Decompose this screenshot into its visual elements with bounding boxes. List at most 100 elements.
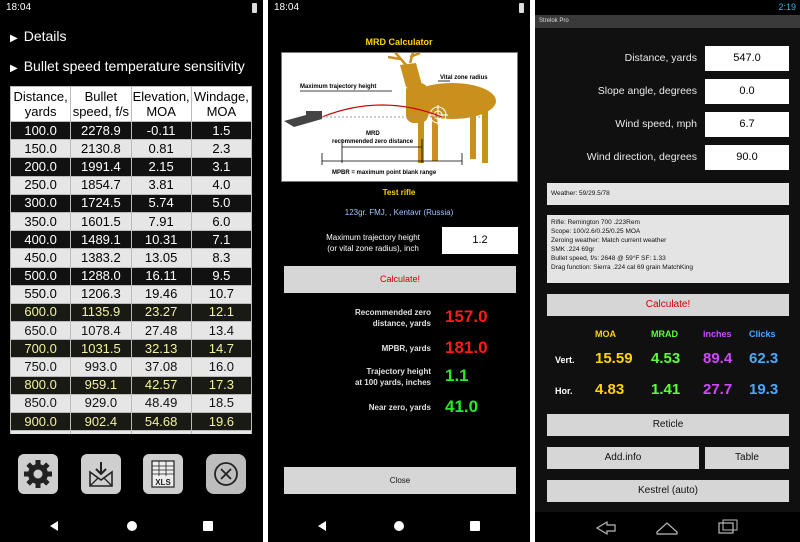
table-cell: 37.08 bbox=[130, 357, 192, 377]
field-input[interactable]: 6.7 bbox=[705, 112, 789, 137]
reticle-button[interactable]: Reticle bbox=[547, 414, 789, 436]
info-line: Drag function: Sierra .224 cal 69 grain … bbox=[551, 264, 693, 271]
mrd-diagram-graphic: Maximum trajectory height Vital zone rad… bbox=[284, 48, 496, 176]
table-cell: 1206.3 bbox=[70, 284, 132, 304]
table-cell: 61.13 bbox=[130, 430, 192, 434]
home-icon[interactable] bbox=[656, 522, 678, 535]
column-header-line: Elevation, bbox=[132, 89, 190, 104]
column-header: MRAD bbox=[651, 329, 678, 339]
table-cell: 550.0 bbox=[10, 284, 72, 304]
calculate-button[interactable]: Calculate! bbox=[547, 294, 789, 316]
home-icon[interactable] bbox=[394, 521, 404, 531]
correction-value: 89.4 bbox=[703, 350, 733, 367]
page-title: MRD Calculator bbox=[365, 37, 433, 47]
field-input[interactable]: 90.0 bbox=[705, 145, 789, 170]
column-header: Clicks bbox=[749, 329, 776, 339]
sensitivity-expander[interactable]: ▶ Bullet speed temperature sensitivity bbox=[10, 58, 245, 74]
table-row: 100.0 2278.9 -0.11 1.5 bbox=[10, 120, 252, 141]
info-line: Scope: 100/2.6/0.25/0.25 MOA bbox=[551, 228, 641, 235]
home-icon[interactable] bbox=[127, 521, 137, 531]
recents-icon[interactable] bbox=[470, 521, 480, 531]
table-cell: 32.13 bbox=[130, 339, 192, 359]
table-cell: 902.4 bbox=[70, 411, 132, 432]
row-label: Hor. bbox=[555, 386, 573, 396]
table-button[interactable]: Table bbox=[705, 447, 789, 469]
table-row: 500.0 1288.0 16.11 9.5 bbox=[10, 266, 252, 286]
table-row: 400.0 1489.1 10.31 7.1 bbox=[10, 230, 252, 250]
column-header-line: Windage, bbox=[193, 89, 249, 104]
correction-value: 27.7 bbox=[703, 381, 733, 398]
column-header: Elevation, MOA bbox=[130, 86, 192, 122]
rifle-name: Test rifle bbox=[382, 188, 416, 197]
table-cell: 100.0 bbox=[10, 120, 72, 141]
sensitivity-label: Bullet speed temperature sensitivity bbox=[23, 58, 245, 74]
table-cell: 350.0 bbox=[10, 211, 72, 232]
table-row: 750.0 993.0 37.08 16.0 bbox=[10, 357, 252, 377]
correction-value: 62.3 bbox=[749, 350, 779, 367]
add-info-button[interactable]: Add.info bbox=[547, 447, 699, 469]
table-cell: 900.0 bbox=[10, 411, 72, 432]
mail-download-icon bbox=[89, 462, 113, 487]
mrd-label: MRD bbox=[366, 131, 380, 137]
weather-button[interactable]: Weather: 59/29.5/78 bbox=[547, 183, 789, 205]
correction-value: 19.3 bbox=[749, 381, 779, 398]
back-icon[interactable] bbox=[595, 520, 616, 536]
table-cell: 1078.4 bbox=[70, 321, 132, 341]
nav-bar bbox=[268, 512, 530, 542]
table-cell: 1991.4 bbox=[70, 157, 132, 177]
app-title: Strelok Pro bbox=[535, 15, 800, 28]
traj-height-input[interactable]: 1.2 bbox=[442, 227, 518, 254]
details-label: Details bbox=[23, 28, 67, 44]
back-icon[interactable] bbox=[318, 521, 326, 531]
table-cell: 200.0 bbox=[10, 157, 72, 177]
table-cell: 7.91 bbox=[130, 211, 192, 232]
recents-icon[interactable] bbox=[203, 521, 213, 531]
settings-button[interactable] bbox=[18, 454, 58, 494]
table-cell: 5.0 bbox=[190, 193, 252, 213]
close-button[interactable]: Close bbox=[284, 467, 516, 494]
email-export-button[interactable] bbox=[81, 454, 121, 494]
table-cell: 700.0 bbox=[10, 339, 72, 359]
field-input[interactable]: 0.0 bbox=[705, 79, 789, 104]
table-cell: 8.3 bbox=[190, 248, 252, 268]
traj-input-label: Maximum trajectory height (or vital zone… bbox=[326, 233, 420, 253]
table-cell: 150.0 bbox=[10, 139, 72, 159]
rifle-info-box[interactable]: Rifle: Remington 700 .223Rem Scope: 100/2… bbox=[547, 215, 789, 283]
details-expander[interactable]: ▶ Details bbox=[10, 28, 67, 44]
table-cell: 13.05 bbox=[130, 248, 192, 268]
action-toolbar: XLS bbox=[0, 448, 263, 508]
column-header-line: MOA bbox=[146, 104, 176, 119]
table-cell: 14.7 bbox=[190, 339, 252, 359]
column-header-line: speed, f/s bbox=[72, 104, 130, 119]
close-button[interactable] bbox=[206, 454, 246, 494]
xls-export-button[interactable]: XLS bbox=[143, 454, 183, 494]
table-cell: 16.0 bbox=[190, 357, 252, 377]
table-cell: 19.6 bbox=[190, 411, 252, 432]
result-label: Trajectory height at 100 yards, inches bbox=[354, 367, 431, 387]
back-icon[interactable] bbox=[50, 521, 58, 531]
table-cell: 42.57 bbox=[130, 375, 192, 395]
result-label: MPBR, yards bbox=[381, 344, 431, 353]
table-cell: 1288.0 bbox=[70, 266, 132, 286]
mpbr-label: MPBR = maximum point blank range bbox=[332, 170, 437, 176]
column-header-line: MOA bbox=[206, 104, 237, 119]
table-cell: 12.1 bbox=[190, 302, 252, 323]
table-cell: 1601.5 bbox=[70, 211, 132, 232]
table-cell: 2130.8 bbox=[70, 139, 132, 159]
expand-arrow-icon: ▶ bbox=[10, 33, 18, 44]
ballistic-table-container[interactable]: Distance, yards Bullet speed, f/s Elevation,… bbox=[10, 86, 252, 434]
mrd-calculator-screen: 18:04 MRD Calculator Maximum trajectory … bbox=[268, 0, 530, 542]
table-cell: 16.11 bbox=[130, 266, 192, 286]
kestrel-button[interactable]: Kestrel (auto) bbox=[547, 480, 789, 502]
table-cell: 1031.5 bbox=[70, 339, 132, 359]
close-circle-icon bbox=[214, 462, 238, 486]
field-label: Distance, yards bbox=[624, 52, 697, 64]
field-input[interactable]: 547.0 bbox=[705, 46, 789, 71]
table-cell: 10.31 bbox=[130, 230, 192, 250]
table-cell: 959.1 bbox=[70, 375, 132, 395]
calculate-button[interactable]: Calculate! bbox=[284, 266, 516, 293]
table-cell: 54.68 bbox=[130, 411, 192, 432]
recents-icon[interactable] bbox=[718, 522, 734, 534]
table-cell: 850.0 bbox=[10, 393, 72, 414]
info-line: Rifle: Remington 700 .223Rem bbox=[551, 219, 640, 226]
